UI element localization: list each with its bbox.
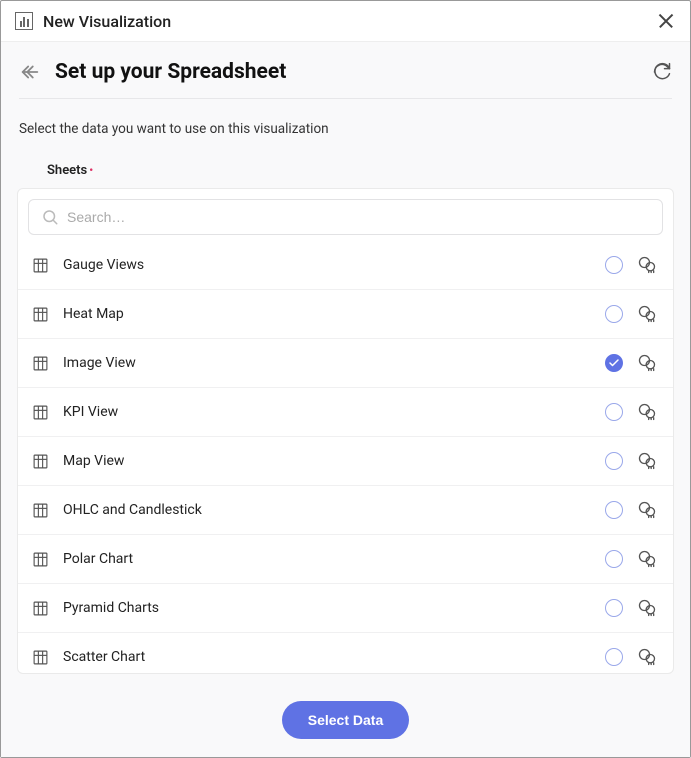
sheet-row[interactable]: Scatter Chart xyxy=(18,633,673,673)
chart-app-icon xyxy=(15,12,33,30)
refresh-icon[interactable] xyxy=(652,62,672,82)
search-wrap xyxy=(18,189,673,241)
conversation-icon[interactable] xyxy=(637,353,657,373)
sheet-radio[interactable] xyxy=(605,599,623,617)
conversation-icon[interactable] xyxy=(637,500,657,520)
close-icon[interactable] xyxy=(656,11,676,31)
sheet-row-label: Polar Chart xyxy=(63,551,591,567)
sheet-row-label: OHLC and Candlestick xyxy=(63,502,591,518)
sheet-row[interactable]: Map View xyxy=(18,437,673,486)
sheet-row-label: KPI View xyxy=(63,404,591,420)
sheet-row[interactable]: Heat Map xyxy=(18,290,673,339)
sheet-radio[interactable] xyxy=(605,501,623,519)
sheet-row[interactable]: KPI View xyxy=(18,388,673,437)
spreadsheet-icon xyxy=(32,453,49,470)
spreadsheet-icon xyxy=(32,649,49,666)
conversation-icon[interactable] xyxy=(637,402,657,422)
titlebar: New Visualization xyxy=(1,1,690,42)
sheet-row-label: Map View xyxy=(63,453,591,469)
sheet-row-label: Image View xyxy=(63,355,591,371)
conversation-icon[interactable] xyxy=(637,549,657,569)
sheet-row-label: Pyramid Charts xyxy=(63,600,591,616)
sheet-row-label: Heat Map xyxy=(63,306,591,322)
page-title: Set up your Spreadsheet xyxy=(55,60,638,84)
sheet-radio[interactable] xyxy=(605,648,623,666)
spreadsheet-icon xyxy=(32,257,49,274)
sheet-row[interactable]: OHLC and Candlestick xyxy=(18,486,673,535)
sheet-radio[interactable] xyxy=(605,403,623,421)
conversation-icon[interactable] xyxy=(637,647,657,667)
spreadsheet-icon xyxy=(32,600,49,617)
sheet-radio[interactable] xyxy=(605,452,623,470)
sheet-radio[interactable] xyxy=(605,550,623,568)
sheets-section-label: Sheets• xyxy=(9,163,682,188)
sheet-radio[interactable] xyxy=(605,305,623,323)
page-header: Set up your Spreadsheet xyxy=(9,42,682,98)
required-indicator: • xyxy=(89,164,93,177)
spreadsheet-icon xyxy=(32,551,49,568)
sheet-row-label: Gauge Views xyxy=(63,257,591,273)
sheet-row[interactable]: Polar Chart xyxy=(18,535,673,584)
sheet-row-label: Scatter Chart xyxy=(63,649,591,665)
back-arrow-icon[interactable] xyxy=(19,61,41,83)
instruction-text: Select the data you want to use on this … xyxy=(9,99,682,163)
window-title: New Visualization xyxy=(43,12,646,31)
sheet-row[interactable]: Pyramid Charts xyxy=(18,584,673,633)
spreadsheet-icon xyxy=(32,355,49,372)
sheets-panel: Gauge Views Heat Map xyxy=(17,188,674,674)
sheet-row[interactable]: Gauge Views xyxy=(18,241,673,290)
select-data-button[interactable]: Select Data xyxy=(282,701,409,739)
search-icon xyxy=(41,208,59,226)
spreadsheet-icon xyxy=(32,306,49,323)
conversation-icon[interactable] xyxy=(637,598,657,618)
conversation-icon[interactable] xyxy=(637,451,657,471)
sheet-radio[interactable] xyxy=(605,354,623,372)
spreadsheet-icon xyxy=(32,502,49,519)
spreadsheet-icon xyxy=(32,404,49,421)
conversation-icon[interactable] xyxy=(637,304,657,324)
sheet-row[interactable]: Image View xyxy=(18,339,673,388)
sheet-radio[interactable] xyxy=(605,256,623,274)
search-input[interactable] xyxy=(67,209,650,225)
search-box[interactable] xyxy=(28,199,663,235)
sheets-list[interactable]: Gauge Views Heat Map xyxy=(18,241,673,673)
content: Set up your Spreadsheet Select the data … xyxy=(1,42,690,757)
conversation-icon[interactable] xyxy=(637,255,657,275)
footer: Select Data xyxy=(1,687,690,757)
